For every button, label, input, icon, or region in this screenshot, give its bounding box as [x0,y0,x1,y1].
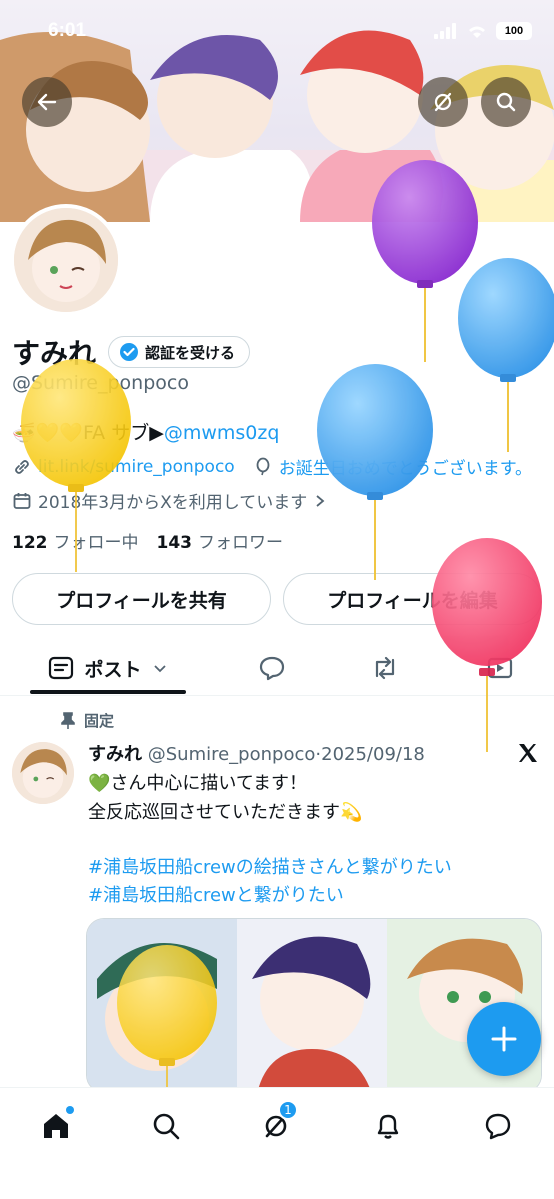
nav-grok[interactable]: 1 [256,1100,298,1146]
balloon-red [432,538,542,752]
compose-button[interactable] [467,1002,541,1076]
messages-icon [485,1113,511,1140]
home-new-dot [66,1106,74,1114]
balloon-yellow-top [21,359,131,572]
plus-icon [491,1026,517,1052]
birthday-balloons-overlay [21,160,554,1100]
bell-icon [377,1114,399,1139]
balloon-yellow-bottom [117,945,217,1100]
home-icon [44,1114,68,1138]
notification-badge: 1 [278,1100,298,1120]
nav-home[interactable] [36,1106,76,1146]
nav-notifications[interactable] [368,1106,408,1146]
nav-messages[interactable] [478,1106,518,1146]
balloon-blue-right [458,258,554,452]
balloon-blue-middle [317,364,433,580]
nav-search[interactable] [146,1106,186,1146]
search-icon [153,1113,180,1140]
bottom-navigation: 1 [0,1087,554,1199]
